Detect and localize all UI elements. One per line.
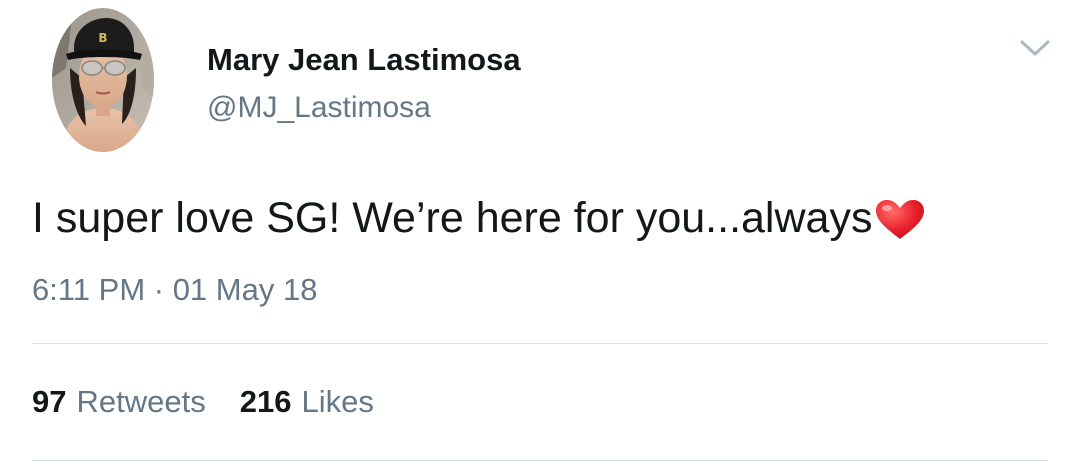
svg-text:B: B [98,31,107,45]
author-display-name[interactable]: Mary Jean Lastimosa [207,41,521,79]
tweet-stats: 97 Retweets 216 Likes [32,382,408,422]
likes-stat[interactable]: 216 Likes [240,382,374,422]
chevron-down-icon[interactable] [1018,36,1052,60]
likes-count: 216 [239,384,292,419]
avatar-photo: B [52,8,154,152]
avatar[interactable]: B [52,8,154,152]
divider [32,460,1048,461]
divider [32,343,1048,344]
tweet-text: I super love SG! We’re here for you...al… [32,191,926,245]
likes-label: Likes [301,384,374,419]
retweets-count: 97 [32,384,67,419]
tweet-timestamp[interactable]: 6:11 PM · 01 May 18 [32,270,317,310]
retweets-label: Retweets [76,384,206,419]
tweet-text-content: I super love SG! We’re here for you...al… [32,194,873,242]
heart-emoji-icon [874,199,926,241]
retweets-stat[interactable]: 97 Retweets [32,382,206,422]
author-handle[interactable]: @MJ_Lastimosa [207,89,431,127]
